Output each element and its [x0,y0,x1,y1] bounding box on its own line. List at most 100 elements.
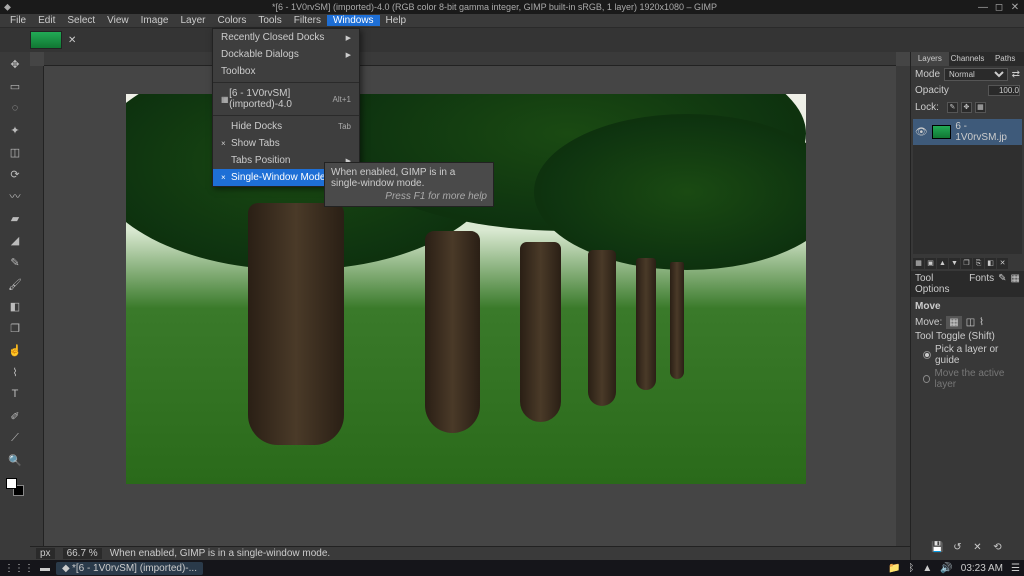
menu-item-current-image[interactable]: ▦[6 - 1V0rvSM] (imported)-4.0Alt+1 [213,85,359,113]
menu-item-toolbox[interactable]: Toolbox [213,63,359,80]
merge-layer-button[interactable]: ⎘ [973,258,984,269]
menu-file[interactable]: File [4,15,32,26]
tray-bluetooth-icon[interactable]: ᛒ [908,563,914,574]
measure-tool[interactable]: ⟋ [7,430,23,446]
text-tool[interactable]: T [7,386,23,402]
duplicate-layer-button[interactable]: ❐ [961,258,972,269]
tray-volume-icon[interactable]: 🔊 [940,563,952,574]
brush-tab-icon[interactable]: ✎ [998,273,1006,295]
menu-item-show-tabs[interactable]: ×Show Tabs [213,135,359,152]
menu-item-hide-docks[interactable]: Hide DocksTab [213,118,359,135]
tray-network-icon[interactable]: ▲ [922,563,932,574]
minimize-button[interactable]: — [978,2,988,13]
tray-menu-icon[interactable]: ☰ [1011,563,1020,574]
paintbrush-tool[interactable]: 🖌 [7,276,23,292]
menu-windows[interactable]: Windows [327,15,380,26]
app-icon: ⬥ [4,2,11,13]
radio-pick-layer[interactable]: Pick a layer or guide [923,344,1020,366]
reset-preset-button[interactable]: ⟲ [991,542,1005,556]
layer-row[interactable]: 👁 6 - 1V0rvSM.jp [913,119,1022,145]
tab-fonts[interactable]: Fonts [969,273,994,295]
delete-preset-button[interactable]: ✕ [971,542,985,556]
menu-select[interactable]: Select [61,15,101,26]
menu-filters[interactable]: Filters [288,15,327,26]
eraser-tool[interactable]: ◧ [7,298,23,314]
delete-layer-button[interactable]: ✕ [997,258,1008,269]
image-tab-bar: ✕ [0,28,1024,52]
menu-item-dockable-dialogs[interactable]: Dockable Dialogs▶ [213,46,359,63]
scrollbar-vertical[interactable] [896,66,910,546]
show-desktop-icon[interactable]: ▬ [40,563,50,574]
tab-close-icon[interactable]: ✕ [68,35,76,46]
layer-group-button[interactable]: ▣ [925,258,936,269]
lock-pixels-icon[interactable]: ✎ [947,102,958,113]
opacity-input[interactable] [988,85,1020,96]
lock-position-icon[interactable]: ✥ [961,102,972,113]
move-selection-icon[interactable]: ◫ [966,317,975,328]
tab-tool-options[interactable]: Tool Options [915,273,965,295]
lower-layer-button[interactable]: ▼ [949,258,960,269]
eye-icon[interactable]: 👁 [915,127,928,138]
tooltip-text: When enabled, GIMP is in a single-window… [331,167,487,189]
pattern-tab-icon[interactable]: ▦ [1011,273,1020,295]
crop-tool[interactable]: ◫ [7,144,23,160]
menu-edit[interactable]: Edit [32,15,61,26]
menu-tools[interactable]: Tools [252,15,287,26]
move-layer-icon[interactable]: ▦ [946,316,961,329]
move-path-icon[interactable]: ⌇ [979,317,984,328]
bucket-fill-tool[interactable]: ▰ [7,210,23,226]
save-preset-button[interactable]: 💾 [931,542,945,556]
gradient-tool[interactable]: ◢ [7,232,23,248]
clone-tool[interactable]: ❐ [7,320,23,336]
new-layer-button[interactable]: ▦ [913,258,924,269]
status-message: When enabled, GIMP is in a single-window… [110,548,330,559]
restore-preset-button[interactable]: ↺ [951,542,965,556]
right-panel: Layers Channels Paths Mode Normal ⇄ Opac… [910,52,1024,560]
taskbar-task[interactable]: ◆ *[6 - 1V0rvSM] (imported)-... [56,562,203,575]
tab-channels[interactable]: Channels [949,52,987,66]
ruler-vertical[interactable] [30,66,44,546]
lock-alpha-icon[interactable]: ▦ [975,102,986,113]
unit-selector[interactable]: px [36,548,55,559]
window-titlebar: ⬥ *[6 - 1V0rvSM] (imported)-4.0 (RGB col… [0,0,1024,14]
pencil-tool[interactable]: ✎ [7,254,23,270]
free-select-tool[interactable]: ◌ [7,100,23,116]
tool-toggle-label: Tool Toggle (Shift) [915,331,1020,342]
close-button[interactable]: ✕ [1010,2,1020,13]
path-tool[interactable]: ⌇ [7,364,23,380]
menu-help[interactable]: Help [380,15,413,26]
mask-layer-button[interactable]: ◧ [985,258,996,269]
move-tool[interactable]: ✥ [7,56,23,72]
mode-select[interactable]: Normal [944,68,1008,81]
lock-label: Lock: [915,102,939,113]
maximize-button[interactable]: ◻ [994,2,1004,13]
mode-label: Mode [915,69,940,80]
tray-folder-icon[interactable]: 📁 [888,563,900,574]
tab-paths[interactable]: Paths [986,52,1024,66]
mode-toggle-icon[interactable]: ⇄ [1012,69,1020,80]
tray-clock[interactable]: 03:23 AM [961,563,1003,574]
rect-select-tool[interactable]: ▭ [7,78,23,94]
color-swatches[interactable] [6,478,24,496]
raise-layer-button[interactable]: ▲ [937,258,948,269]
color-picker-tool[interactable]: ✐ [7,408,23,424]
image-tab-thumbnail[interactable] [30,31,62,49]
zoom-selector[interactable]: 66.7 % [63,548,102,559]
menu-view[interactable]: View [101,15,135,26]
menu-image[interactable]: Image [135,15,175,26]
tab-layers[interactable]: Layers [911,52,949,66]
menu-item-recently-closed-docks[interactable]: Recently Closed Docks▶ [213,29,359,46]
tooltip-help: Press F1 for more help [331,191,487,202]
warp-tool[interactable]: 〰 [7,188,23,204]
app-launcher-icon[interactable]: ⋮⋮⋮ [4,563,34,574]
fuzzy-select-tool[interactable]: ✦ [7,122,23,138]
zoom-tool[interactable]: 🔍 [7,452,23,468]
menu-colors[interactable]: Colors [211,15,252,26]
transform-tool[interactable]: ⟳ [7,166,23,182]
layer-thumbnail [932,125,952,139]
smudge-tool[interactable]: ☝ [7,342,23,358]
menu-layer[interactable]: Layer [174,15,211,26]
radio-move-active[interactable]: Move the active layer [923,368,1020,390]
ruler-horizontal[interactable] [44,52,896,66]
tooltip: When enabled, GIMP is in a single-window… [324,162,494,207]
